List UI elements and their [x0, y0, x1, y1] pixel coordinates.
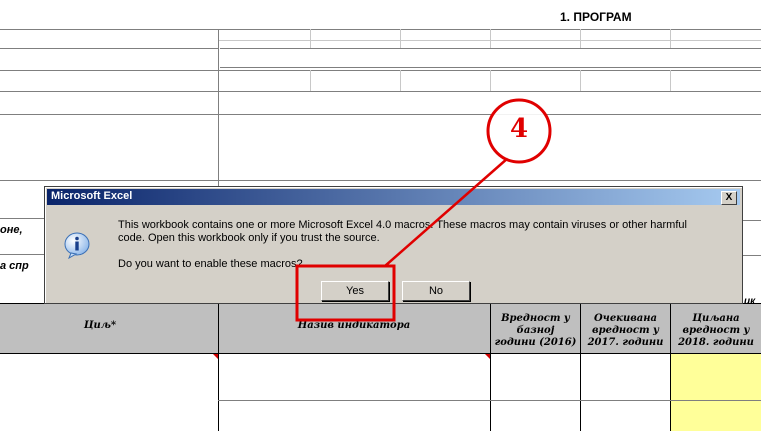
- annotation-arrow-line: [384, 157, 509, 267]
- annotation-highlight-box: [295, 264, 396, 322]
- step-annotation: [295, 98, 552, 322]
- annotation-step-number: 4: [509, 114, 529, 144]
